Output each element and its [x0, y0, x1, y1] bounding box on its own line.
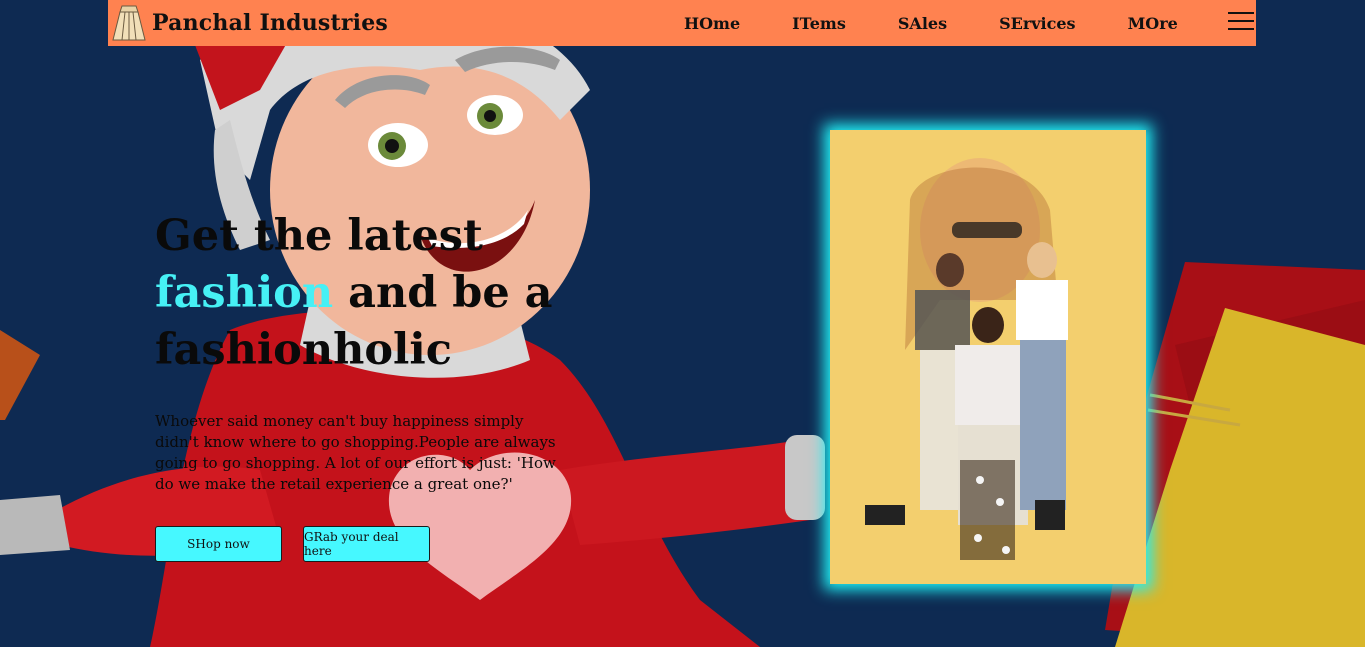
- hero-description: Whoever said money can't buy happiness s…: [155, 412, 556, 493]
- nav-link-more[interactable]: MOre: [1128, 14, 1178, 33]
- hero-title-line1: Get the latest: [155, 211, 483, 261]
- hero-title: Get the latest fashion and be a fashionho…: [155, 208, 575, 379]
- nav-links: HOme ITems SAles SErvices MOre: [684, 0, 1230, 46]
- fashion-photo-card: [830, 130, 1146, 584]
- nav-link-services[interactable]: SErvices: [999, 14, 1075, 33]
- nav-link-home[interactable]: HOme: [684, 14, 740, 33]
- grab-deal-button[interactable]: GRab your deal here: [303, 526, 430, 562]
- brand-name[interactable]: Panchal Industries: [152, 10, 388, 36]
- nav-link-sales[interactable]: SAles: [898, 14, 947, 33]
- skirt-logo-icon[interactable]: [112, 4, 146, 42]
- fashion-models-image: [830, 130, 1146, 584]
- navbar: Panchal Industries HOme ITems SAles SErv…: [108, 0, 1256, 46]
- hero-title-accent: fashion: [155, 268, 334, 318]
- hamburger-menu-icon[interactable]: [1228, 12, 1254, 32]
- nav-link-items[interactable]: ITems: [792, 14, 846, 33]
- shop-now-button[interactable]: SHop now: [155, 526, 282, 562]
